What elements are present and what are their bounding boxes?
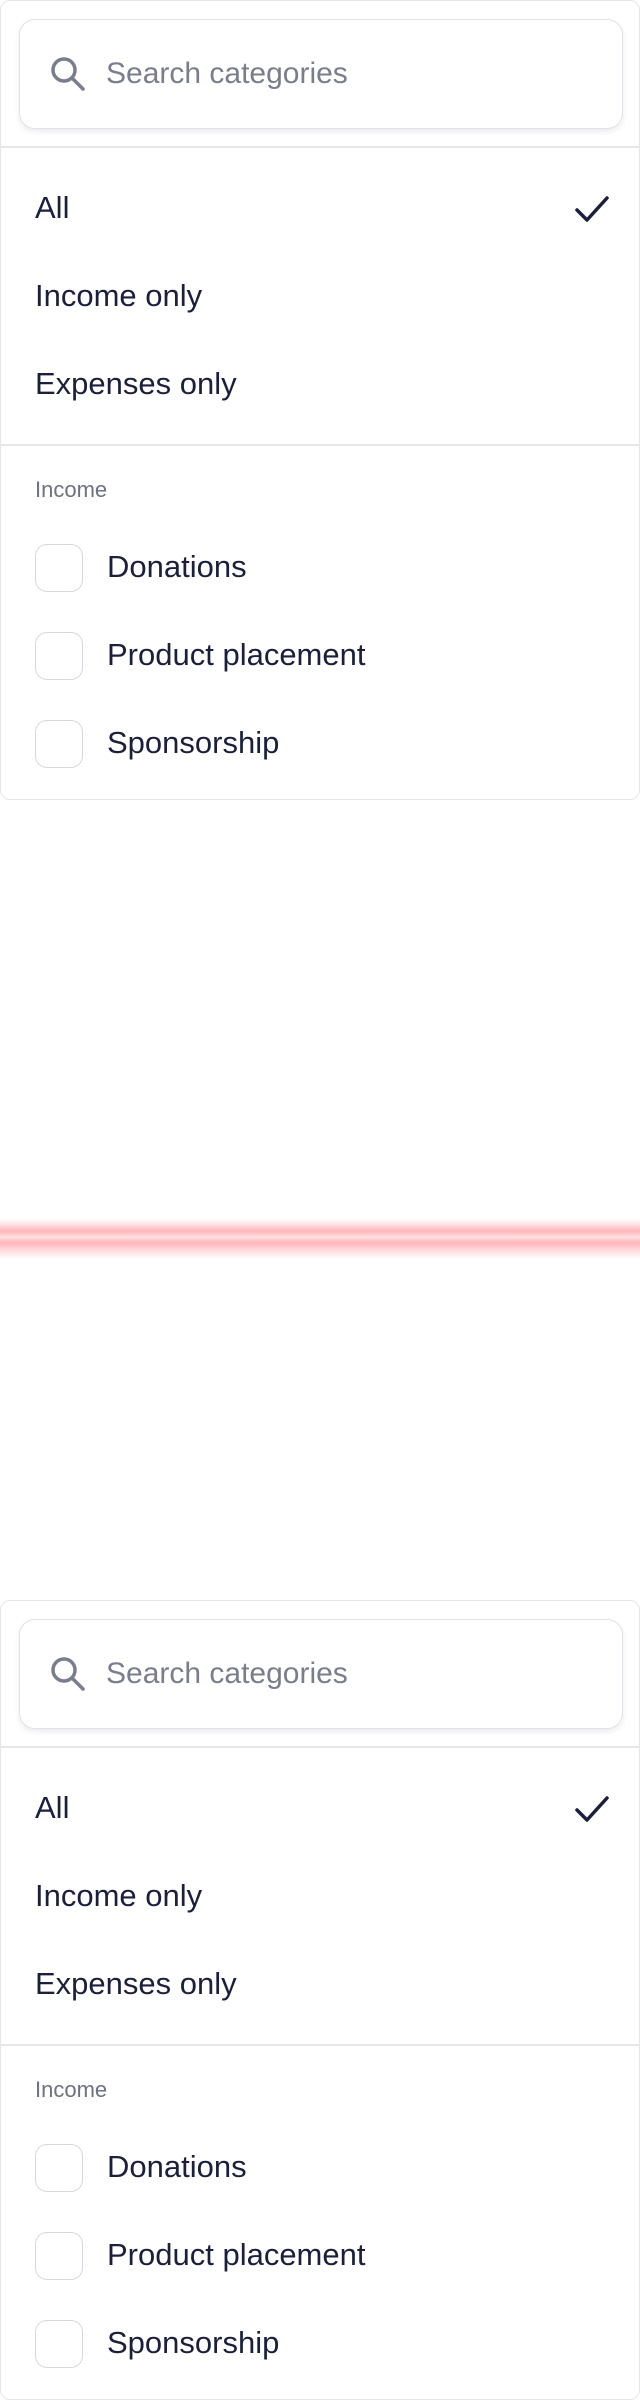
section-heading-income: Income: [35, 477, 108, 502]
search-icon: [51, 57, 85, 91]
category-label: Product placement: [107, 637, 366, 672]
category-label: Sponsorship: [107, 2325, 280, 2360]
category-dropdown-panel: All Income only Expenses only Income Don…: [0, 1600, 640, 2400]
checkmark-icon: [575, 196, 609, 222]
category-label: Donations: [107, 2149, 247, 2184]
search-box[interactable]: [19, 1619, 623, 1729]
category-item-sponsorship[interactable]: Sponsorship: [1, 2300, 639, 2388]
option-label: Income only: [35, 1878, 203, 1913]
checkmark-icon: [575, 1796, 609, 1822]
search-icon: [51, 1657, 85, 1691]
divider: [1, 146, 639, 148]
option-label: All: [35, 190, 70, 225]
search-input[interactable]: [106, 50, 606, 98]
checkbox[interactable]: [35, 544, 83, 592]
screen: All Income only Expenses only Income Don…: [0, 0, 640, 2400]
highlight-marker-line: [0, 1219, 640, 1259]
category-label: Product placement: [107, 2237, 366, 2272]
option-income-only[interactable]: Income only: [1, 1852, 639, 1940]
option-all[interactable]: All: [1, 164, 639, 252]
checkbox[interactable]: [35, 720, 83, 768]
option-income-only[interactable]: Income only: [1, 252, 639, 340]
checkbox[interactable]: [35, 2320, 83, 2368]
category-dropdown-panel: All Income only Expenses only Income Don…: [0, 0, 640, 800]
divider: [1, 2044, 639, 2046]
search-box[interactable]: [19, 19, 623, 129]
option-label: Expenses only: [35, 1966, 237, 2001]
category-item-product-placement[interactable]: Product placement: [1, 2212, 639, 2300]
search-input[interactable]: [106, 1650, 606, 1698]
category-item-sponsorship[interactable]: Sponsorship: [1, 700, 639, 788]
checkbox[interactable]: [35, 2144, 83, 2192]
option-expenses-only[interactable]: Expenses only: [1, 1940, 639, 2028]
option-label: Income only: [35, 278, 203, 313]
option-expenses-only[interactable]: Expenses only: [1, 340, 639, 428]
category-item-donations[interactable]: Donations: [1, 2124, 639, 2212]
option-all[interactable]: All: [1, 1764, 639, 1852]
category-item-donations[interactable]: Donations: [1, 524, 639, 612]
section-heading-income: Income: [35, 2077, 108, 2102]
category-item-product-placement[interactable]: Product placement: [1, 612, 639, 700]
divider: [1, 444, 639, 446]
divider: [1, 1746, 639, 1748]
category-label: Donations: [107, 549, 247, 584]
option-label: All: [35, 1790, 70, 1825]
checkbox[interactable]: [35, 632, 83, 680]
checkbox[interactable]: [35, 2232, 83, 2280]
option-label: Expenses only: [35, 366, 237, 401]
category-label: Sponsorship: [107, 725, 280, 760]
